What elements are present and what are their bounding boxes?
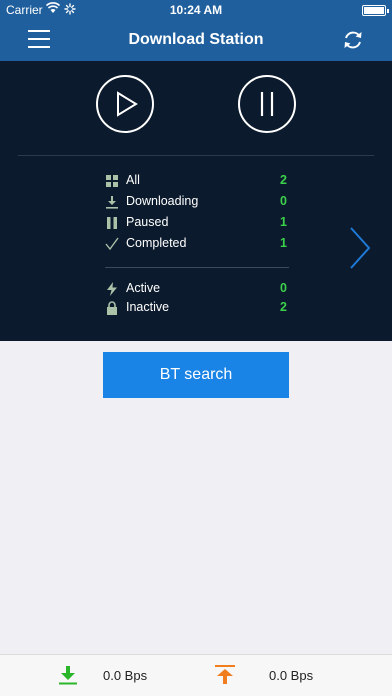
stat-row-active[interactable]: Active 0 [105,280,289,298]
stat-label: Paused [126,215,169,229]
stat-label: Completed [126,236,187,250]
pause-icon [260,92,274,116]
navigation-bar: Download Station [0,20,392,61]
bt-search-button[interactable]: BT search [103,352,289,398]
chevron-right-icon[interactable] [348,225,372,271]
stat-count: 0 [280,194,287,208]
status-bar: Carrier 10:24 AM [0,0,392,20]
stat-count: 0 [280,281,287,295]
stat-label: All [126,173,140,187]
stat-row-inactive[interactable]: Inactive 2 [105,299,289,317]
stat-count: 1 [280,236,287,250]
pause-small-icon [105,216,119,230]
stat-row-completed[interactable]: Completed 1 [105,235,289,253]
checkmark-icon [105,237,119,251]
stat-row-paused[interactable]: Paused 1 [105,214,289,232]
divider [18,155,374,156]
play-button[interactable] [96,75,154,133]
download-speed-icon [58,665,78,690]
pause-button[interactable] [238,75,296,133]
download-icon [105,195,119,209]
divider [105,267,289,268]
stat-label: Inactive [126,300,170,314]
stat-count: 2 [280,300,287,314]
play-icon [117,91,138,117]
upload-speed: 0.0 Bps [269,668,314,683]
stat-label: Downloading [126,194,199,208]
battery-icon [362,5,389,16]
upload-speed-icon [214,664,236,691]
page-title: Download Station [128,31,264,48]
stat-count: 1 [280,215,287,229]
stat-row-all[interactable]: All 2 [105,172,289,190]
refresh-icon[interactable] [342,29,364,51]
speed-bar: 0.0 Bps 0.0 Bps [0,654,392,696]
clock: 10:24 AM [169,3,223,17]
stat-count: 2 [280,173,287,187]
download-speed: 0.0 Bps [103,668,148,683]
lightning-icon [105,282,119,296]
lock-icon [105,301,119,315]
stat-row-downloading[interactable]: Downloading 0 [105,193,289,211]
stat-label: Active [126,281,161,295]
grid-icon [105,174,119,188]
task-summary-panel: All 2 Downloading 0 Paused 1 Completed 1… [0,61,392,341]
